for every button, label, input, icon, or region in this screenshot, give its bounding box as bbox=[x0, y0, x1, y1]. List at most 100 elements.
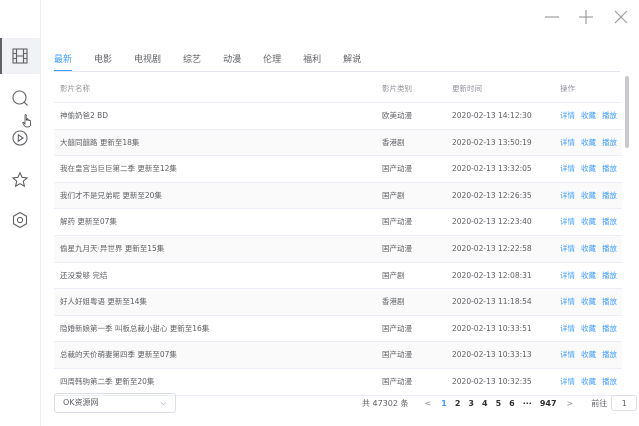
sidebar-item-search[interactable] bbox=[0, 80, 40, 116]
plus-icon bbox=[579, 10, 593, 24]
detail-button[interactable]: 详情 bbox=[560, 164, 575, 173]
sidebar-item-favorites[interactable] bbox=[0, 162, 40, 198]
video-type: 香港剧 bbox=[382, 137, 405, 147]
detail-button[interactable]: 详情 bbox=[560, 138, 575, 147]
detail-button[interactable]: 详情 bbox=[560, 244, 575, 253]
video-time: 2020-02-13 10:32:35 bbox=[452, 376, 532, 386]
sidebar-item-film[interactable] bbox=[0, 38, 40, 74]
favorite-button[interactable]: 收藏 bbox=[581, 350, 596, 359]
table-row[interactable]: 好人好姐粤语 更新至14集 香港剧 2020-02-13 11:18:54 详情 收藏播… bbox=[54, 289, 622, 316]
detail-button[interactable]: 详情 bbox=[560, 377, 575, 386]
detail-button[interactable]: 详情 bbox=[560, 191, 575, 200]
category-tabs: 最新 电影 电视剧 综艺 动漫 伦理 福利 解说 bbox=[54, 50, 383, 72]
favorite-button[interactable]: 收藏 bbox=[581, 138, 596, 147]
video-type: 香港剧 bbox=[382, 297, 405, 307]
favorite-button[interactable]: 收藏 bbox=[581, 271, 596, 280]
detail-button[interactable]: 详情 bbox=[560, 217, 575, 226]
detail-button[interactable]: 详情 bbox=[560, 271, 575, 280]
source-select[interactable]: OK资源网 bbox=[54, 393, 176, 413]
play-button[interactable]: 播放 bbox=[602, 217, 617, 226]
video-time: 2020-02-13 12:26:35 bbox=[452, 190, 532, 200]
pagination-total: 共 47302 条 bbox=[362, 398, 409, 408]
detail-button[interactable]: 详情 bbox=[560, 350, 575, 359]
tab-ethics[interactable]: 伦理 bbox=[263, 50, 281, 70]
close-button[interactable] bbox=[610, 6, 632, 28]
table-row[interactable]: 四周韩驹第二季 更新至20集 国产动漫 2020-02-13 10:32:35 详情收… bbox=[54, 369, 622, 396]
favorite-button[interactable]: 收藏 bbox=[581, 377, 596, 386]
page-3[interactable]: 3 bbox=[468, 399, 474, 408]
play-button[interactable]: 播放 bbox=[602, 297, 617, 306]
page-5[interactable]: 5 bbox=[496, 399, 502, 408]
favorite-button[interactable]: 收藏 bbox=[581, 191, 596, 200]
play-button[interactable]: 播放 bbox=[602, 191, 617, 200]
goto-label: 前往 bbox=[591, 398, 608, 408]
tab-variety[interactable]: 综艺 bbox=[183, 50, 201, 70]
page-2[interactable]: 2 bbox=[455, 399, 461, 408]
favorite-button[interactable]: 收藏 bbox=[581, 297, 596, 306]
play-button[interactable]: 播放 bbox=[602, 111, 617, 120]
play-button[interactable]: 播放 bbox=[602, 377, 617, 386]
tab-commentary[interactable]: 解说 bbox=[343, 50, 361, 70]
sidebar-item-settings[interactable] bbox=[0, 202, 40, 238]
video-time: 2020-02-13 10:33:51 bbox=[452, 323, 532, 333]
favorite-button[interactable]: 收藏 bbox=[581, 164, 596, 173]
play-button[interactable]: 播放 bbox=[602, 244, 617, 253]
detail-button[interactable]: 详情 bbox=[560, 324, 575, 333]
video-time: 2020-02-13 13:32:05 bbox=[452, 164, 532, 174]
table-row[interactable]: 我在皇宫当巨巨第二季 更新至12集 国产动漫 2020-02-13 13:32:05… bbox=[54, 156, 622, 183]
detail-button[interactable]: 详情 bbox=[560, 297, 575, 306]
tab-latest[interactable]: 最新 bbox=[54, 50, 73, 72]
play-button[interactable]: 播放 bbox=[602, 164, 617, 173]
table-row[interactable]: 还没爱够 完结 国产剧 2020-02-13 12:08:31 详情 收藏 播放 bbox=[54, 263, 622, 290]
minimize-button[interactable] bbox=[541, 6, 563, 28]
video-type: 国产动漫 bbox=[382, 217, 412, 227]
play-button[interactable]: 播放 bbox=[602, 350, 617, 359]
table-row[interactable]: 神偷奶爸2 BD 欧美动漫 2020-02-13 14:12:30 详情 收藏 播放 bbox=[54, 103, 622, 130]
tab-movie[interactable]: 电影 bbox=[94, 50, 112, 70]
favorite-button[interactable]: 收藏 bbox=[581, 217, 596, 226]
gear-icon bbox=[12, 211, 28, 229]
row-actions: 详情 收藏 播放 bbox=[560, 289, 622, 315]
table-row[interactable]: 大囍同囍路 更新至18集 香港剧 2020-02-13 13:50:19 详情 收藏 播放 bbox=[54, 129, 622, 157]
row-actions: 详情 收藏 播放 bbox=[560, 263, 622, 289]
hand-cursor-icon bbox=[22, 114, 31, 128]
video-time: 2020-02-13 14:12:30 bbox=[452, 111, 532, 120]
tab-tv[interactable]: 电视剧 bbox=[134, 50, 161, 70]
video-name: 总裁的天价萌妻第四季 更新至07集 bbox=[60, 350, 177, 360]
table-row[interactable]: 我们才不是兄弟呢 更新至20集 国产剧 2020-02-13 12:26:35 详情收… bbox=[54, 182, 622, 210]
table-row[interactable]: 偷星九月天·异世界 更新至15集 国产动漫 2020-02-13 12:22:58 详… bbox=[54, 235, 622, 263]
table-row[interactable]: 总裁的天价萌妻第四季 更新至07集 国产动漫 2020-02-13 10:33:13… bbox=[54, 342, 622, 369]
goto-page-input[interactable] bbox=[611, 395, 638, 411]
video-type: 国产剧 bbox=[382, 270, 405, 280]
table-row[interactable]: 隐婚新娘第一季 叫板总裁小甜心 更新至16集 国产动漫 2020-02-13 10:… bbox=[54, 316, 622, 343]
maximize-button[interactable] bbox=[575, 6, 597, 28]
play-button[interactable]: 播放 bbox=[602, 324, 617, 333]
sidebar-item-play[interactable] bbox=[0, 120, 40, 156]
close-icon bbox=[614, 10, 628, 24]
tabs-divider bbox=[54, 71, 620, 72]
page-ellipsis[interactable]: ··· bbox=[523, 399, 532, 408]
row-actions: 详情 收藏 播放 bbox=[560, 316, 622, 342]
video-name: 还没爱够 完结 bbox=[60, 270, 108, 280]
row-actions: 详情 收藏 播放 bbox=[560, 209, 622, 235]
table-scrollbar[interactable] bbox=[625, 76, 629, 148]
play-button[interactable]: 播放 bbox=[602, 271, 617, 280]
tab-anime[interactable]: 动漫 bbox=[223, 50, 241, 70]
favorite-button[interactable]: 收藏 bbox=[581, 244, 596, 253]
detail-button[interactable]: 详情 bbox=[560, 111, 575, 120]
page-947[interactable]: 947 bbox=[540, 399, 557, 408]
row-actions: 详情 收藏 播放 bbox=[560, 103, 622, 129]
video-name: 大囍同囍路 更新至18集 bbox=[60, 137, 140, 147]
video-name: 隐婚新娘第一季 叫板总裁小甜心 更新至16集 bbox=[60, 323, 210, 333]
table-row[interactable]: 解药 更新至07集 国产动漫 2020-02-13 12:23:40 详情 收藏 播放 bbox=[54, 209, 622, 236]
page-1[interactable]: 1 bbox=[441, 399, 447, 408]
favorite-button[interactable]: 收藏 bbox=[581, 111, 596, 120]
video-name: 偷星九月天·异世界 更新至15集 bbox=[60, 243, 165, 253]
prev-page-button[interactable]: < bbox=[425, 399, 432, 408]
page-6[interactable]: 6 bbox=[509, 399, 515, 408]
tab-welfare[interactable]: 福利 bbox=[303, 50, 321, 70]
next-page-button[interactable]: > bbox=[567, 399, 574, 408]
favorite-button[interactable]: 收藏 bbox=[581, 324, 596, 333]
page-4[interactable]: 4 bbox=[482, 399, 488, 408]
play-button[interactable]: 播放 bbox=[602, 138, 617, 147]
